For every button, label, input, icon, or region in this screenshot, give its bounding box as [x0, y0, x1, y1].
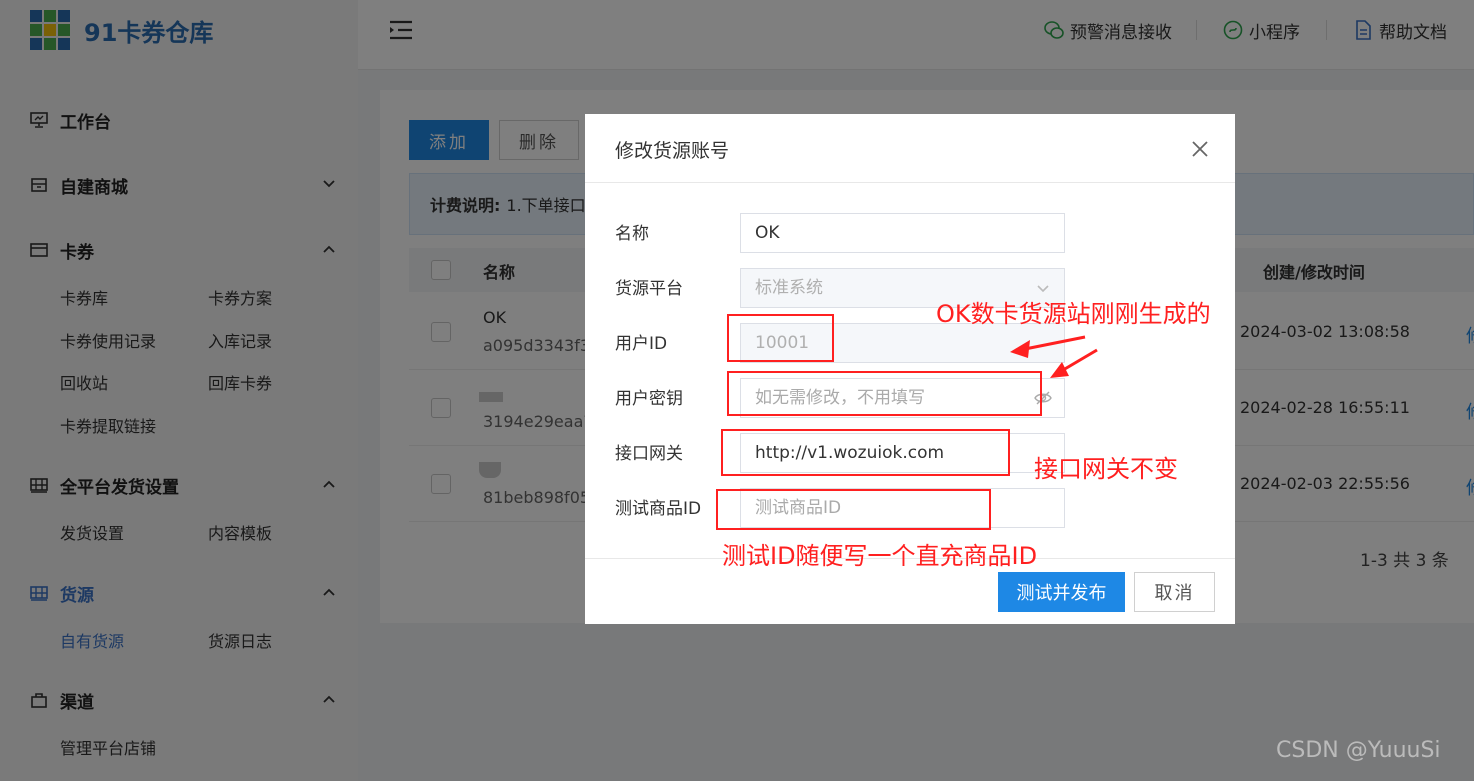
test-id-label: 测试商品ID	[615, 499, 702, 519]
test-and-publish-button[interactable]: 测试并发布	[998, 572, 1125, 612]
name-input[interactable]: OK	[740, 213, 1065, 253]
gateway-label: 接口网关	[615, 444, 683, 464]
annotation-test-id: 测试ID随便写一个直充商品ID	[722, 542, 1038, 570]
dialog-divider	[585, 182, 1235, 183]
platform-value: 标准系统	[755, 278, 823, 298]
platform-label: 货源平台	[615, 279, 683, 299]
dialog-title: 修改货源账号	[615, 140, 730, 162]
cancel-button[interactable]: 取消	[1134, 572, 1215, 612]
secret-label: 用户密钥	[615, 389, 683, 409]
name-label: 名称	[615, 224, 649, 244]
user-id-label: 用户ID	[615, 334, 668, 354]
highlight-test-id	[716, 489, 991, 530]
close-icon[interactable]	[1191, 140, 1209, 158]
highlight-user-id	[727, 314, 834, 362]
highlight-gateway	[721, 429, 1010, 476]
highlight-secret	[727, 371, 1042, 416]
annotation-gateway: 接口网关不变	[1034, 455, 1178, 483]
annotation-generated: OK数卡货源站刚刚生成的	[936, 300, 1211, 328]
watermark: CSDN @YuuuSi	[1276, 738, 1441, 763]
